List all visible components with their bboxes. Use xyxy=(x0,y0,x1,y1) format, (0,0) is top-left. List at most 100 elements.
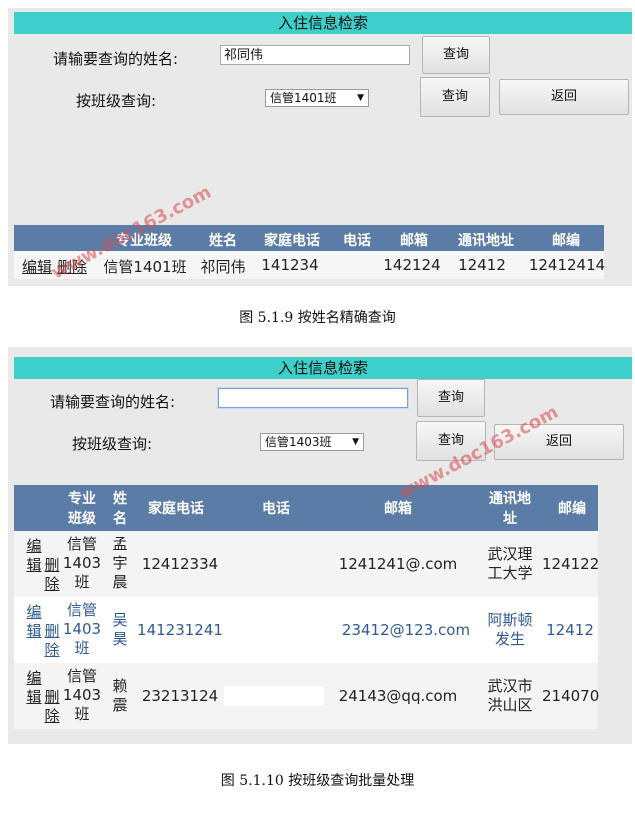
cell-class-l2: 1403 xyxy=(62,554,102,572)
cell-home-phone: 141234 xyxy=(261,256,319,274)
cell-address: 武汉理 工大学 xyxy=(480,545,540,583)
name-query-label: 请输要查询的姓名: xyxy=(53,50,179,68)
class-query-label: 按班级查询: xyxy=(76,92,157,110)
results-table-header: 专业 班级 姓 名 家庭电话 电话 邮箱 通讯地 址 邮编 xyxy=(14,485,598,531)
edit-link[interactable]: 编 辑 xyxy=(24,603,44,641)
col-header-name: 姓 名 xyxy=(108,489,132,529)
cell-class-l3: 班 xyxy=(74,639,90,657)
col-header-zip: 邮编 xyxy=(552,233,580,249)
col-header-phone: 电话 xyxy=(262,501,290,517)
cell-name-l1: 赖 xyxy=(112,677,128,695)
edit-link-l1[interactable]: 编 xyxy=(24,537,44,556)
cell-name: 孟 宇 晨 xyxy=(108,535,132,592)
col-header-address-l2: 址 xyxy=(503,511,517,527)
chevron-down-icon: ▼ xyxy=(352,437,359,447)
cell-email: 142124 xyxy=(383,256,441,274)
back-button[interactable]: 返回 xyxy=(499,79,629,115)
cell-name-l3: 晨 xyxy=(112,573,128,591)
cell-name: 吴 昊 xyxy=(108,611,132,649)
class-select[interactable]: 信管1401班 ▼ xyxy=(265,89,369,107)
col-header-class: 专业班级 xyxy=(116,233,172,249)
col-header-email: 邮箱 xyxy=(384,501,412,517)
edit-link[interactable]: 编辑 xyxy=(22,256,52,277)
col-header-name-l2: 名 xyxy=(113,511,127,527)
col-header-home-phone: 家庭电话 xyxy=(264,233,320,249)
results-table-header: 专业班级 姓名 家庭电话 电话 邮箱 通讯地址 邮编 xyxy=(14,225,604,251)
col-header-zip: 邮编 xyxy=(558,501,586,517)
edit-link[interactable]: 编 辑 xyxy=(24,669,44,707)
edit-link-l2[interactable]: 辑 xyxy=(24,688,44,707)
cell-zip: 214070 xyxy=(542,687,600,705)
cell-class: 信管1401班 xyxy=(103,258,187,276)
col-header-phone: 电话 xyxy=(343,233,371,249)
table-row: 编 辑 删 除 信管 1403 班 孟 宇 晨 12412334 1241241… xyxy=(14,531,600,597)
cell-name-l1: 孟 xyxy=(112,535,128,553)
col-header-class-l1: 专业 xyxy=(68,491,96,507)
delete-link[interactable]: 删除 xyxy=(57,256,87,277)
col-header-class-l2: 班级 xyxy=(68,511,96,527)
cell-email: 23412@123.com xyxy=(341,621,471,639)
screenshot-name-search: 入住信息检索 请输要查询的姓名: 祁同伟 查询 按班级查询: 信管1401班 ▼… xyxy=(8,8,632,286)
cell-home-phone: 141231241 xyxy=(137,621,223,639)
col-header-class: 专业 班级 xyxy=(58,489,106,529)
col-header-address-l1: 通讯地 xyxy=(489,491,531,507)
page-title: 入住信息检索 xyxy=(14,12,632,34)
cell-name-l2: 昊 xyxy=(112,630,128,648)
cell-email: 24143@qq.com xyxy=(338,687,458,705)
cell-class-l1: 信管 xyxy=(66,601,97,619)
cell-class-l3: 班 xyxy=(74,705,90,723)
cell-name: 祁同伟 xyxy=(200,258,246,276)
screenshot-class-search: 入住信息检索 请输要查询的姓名: 查询 按班级查询: 信管1403班 ▼ 查询 … xyxy=(8,347,632,744)
edit-link-l1[interactable]: 编 xyxy=(24,669,44,688)
cell-zip: 124122 xyxy=(542,555,600,573)
class-select-value: 信管1401班 xyxy=(270,91,337,105)
table-row: 编 辑 删 除 信管 1403 班 吴 昊 141231241 23412@12… xyxy=(14,597,598,663)
cell-address-l2: 工大学 xyxy=(487,564,533,582)
class-select-value: 信管1403班 xyxy=(265,435,332,449)
cell-name: 赖 震 xyxy=(108,677,132,715)
cell-address-l2: 发生 xyxy=(494,630,525,648)
cell-address: 12412 xyxy=(458,256,506,274)
table-row: 编辑 删除 信管1401班 祁同伟 141234 142124 12412 12… xyxy=(14,251,605,279)
name-search-input[interactable]: 祁同伟 xyxy=(220,45,410,65)
cell-class-l2: 1403 xyxy=(62,620,102,638)
cell-address-l1: 武汉市 xyxy=(487,677,533,695)
name-query-button[interactable]: 查询 xyxy=(422,36,490,74)
figure-caption-1: 图 5.1.9 按姓名精确查询 xyxy=(239,310,396,326)
cell-class: 信管 1403 班 xyxy=(58,667,106,724)
edit-link[interactable]: 编 辑 xyxy=(24,537,44,575)
cell-name-l2: 宇 xyxy=(112,554,128,572)
cell-address-l1: 武汉理 xyxy=(487,545,533,563)
edit-link-l1[interactable]: 编 xyxy=(24,603,44,622)
cell-class: 信管 1403 班 xyxy=(58,535,106,592)
cell-home-phone: 23213124 xyxy=(141,687,219,705)
col-header-name: 姓名 xyxy=(209,233,237,249)
back-button[interactable]: 返回 xyxy=(494,424,624,460)
cell-address-l1: 阿斯顿 xyxy=(487,611,533,629)
class-select[interactable]: 信管1403班 ▼ xyxy=(260,433,364,451)
class-query-button[interactable]: 查询 xyxy=(416,421,486,461)
col-header-home-phone: 家庭电话 xyxy=(148,501,204,517)
edit-link-l2[interactable]: 辑 xyxy=(24,556,44,575)
name-query-button[interactable]: 查询 xyxy=(417,379,485,417)
cell-zip: 12412 xyxy=(546,621,594,639)
cell-email: 1241241@.com xyxy=(338,555,458,573)
cell-class-l2: 1403 xyxy=(62,686,102,704)
cell-name-l1: 吴 xyxy=(112,611,128,629)
cell-class: 信管 1403 班 xyxy=(58,601,106,658)
cell-class-l1: 信管 xyxy=(66,667,97,685)
col-header-name-l1: 姓 xyxy=(113,491,127,507)
cell-address: 阿斯顿 发生 xyxy=(480,611,540,649)
name-query-label: 请输要查询的姓名: xyxy=(50,393,176,411)
class-query-button[interactable]: 查询 xyxy=(420,77,490,117)
blank-phone-cell xyxy=(224,686,324,706)
page-title: 入住信息检索 xyxy=(14,357,632,379)
edit-link-l2[interactable]: 辑 xyxy=(24,622,44,641)
name-search-input[interactable] xyxy=(218,388,408,408)
cell-class-l3: 班 xyxy=(74,573,90,591)
cell-name-l2: 震 xyxy=(112,696,128,714)
col-header-address: 通讯地址 xyxy=(458,233,514,249)
class-query-label: 按班级查询: xyxy=(72,435,153,453)
cell-zip: 12412414 xyxy=(528,256,606,274)
cell-class-l1: 信管 xyxy=(66,535,97,553)
